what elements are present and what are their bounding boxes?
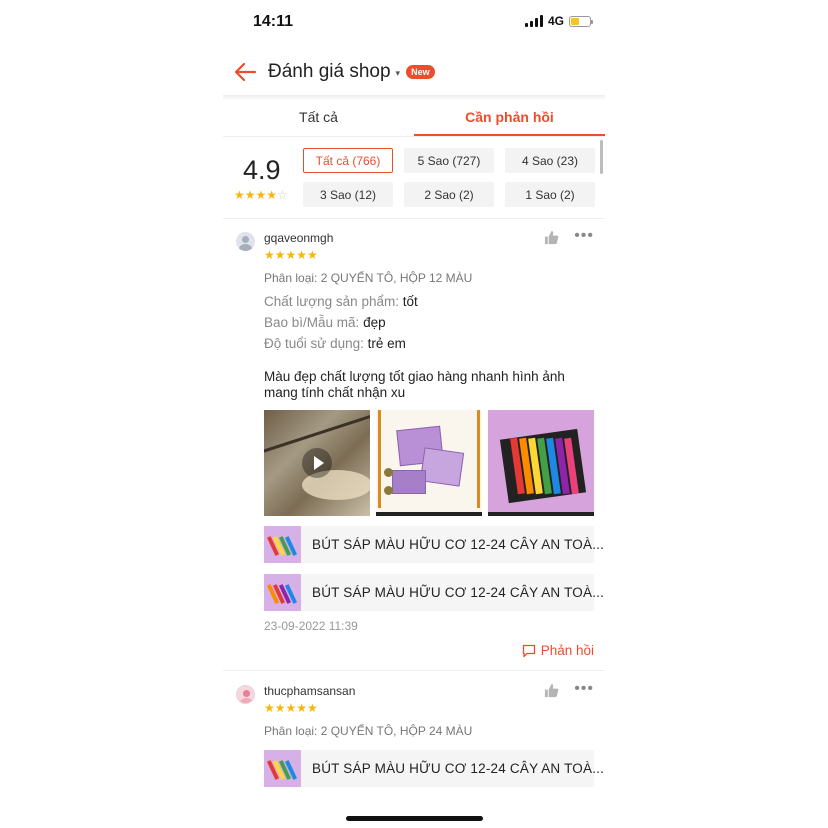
page-title[interactable]: Đánh giá shop: [268, 61, 391, 83]
star-icon: ★: [266, 188, 278, 202]
average-score: 4.9: [243, 155, 281, 185]
tab-need-reply[interactable]: Cần phản hồi: [414, 100, 605, 136]
review-comment: Màu đẹp chất lượng tốt giao hàng nhanh h…: [264, 369, 565, 400]
avatar[interactable]: [236, 232, 255, 251]
review-video[interactable]: [264, 410, 370, 516]
username: gqaveonmgh: [264, 231, 334, 245]
avatar[interactable]: [236, 685, 255, 704]
product-name: BÚT SÁP MÀU HỮU CƠ 12-24 CÂY AN TOÀ...: [312, 585, 605, 600]
review-photo[interactable]: [488, 410, 594, 516]
filter-all[interactable]: Tất cả (766): [303, 148, 393, 173]
attribute-row: Bao bì/Mẫu mã: đẹp: [264, 315, 386, 330]
product-link[interactable]: BÚT SÁP MÀU HỮU CƠ 12-24 CÂY AN TOÀ...: [264, 574, 604, 611]
star-icon: ★: [244, 188, 256, 202]
filter-4-stars[interactable]: 4 Sao (23): [505, 148, 595, 173]
header: Đánh giá shop ▾ New: [223, 52, 605, 92]
filter-2-stars[interactable]: 2 Sao (2): [404, 182, 494, 207]
attribute-value: trẻ em: [367, 336, 406, 351]
tab-bar: Tất cả Cần phản hồi: [223, 100, 605, 137]
network-type: 4G: [547, 14, 564, 28]
product-name: BÚT SÁP MÀU HỮU CƠ 12-24 CÂY AN TOÀ...: [312, 761, 605, 776]
product-link[interactable]: BÚT SÁP MÀU HỮU CƠ 12-24 CÂY AN TOÀ...: [264, 526, 604, 563]
star-icon: ★: [255, 188, 267, 202]
attribute-label: Chất lượng sản phẩm:: [264, 294, 399, 309]
chevron-down-icon[interactable]: ▾: [396, 68, 401, 79]
more-options-icon[interactable]: •••: [574, 228, 594, 244]
review-stars: ★★★★★: [264, 701, 318, 715]
review-stars: ★★★★★: [264, 248, 318, 262]
app-screen: 14:11 4G Đánh giá shop ▾ New Tất cả Cần …: [223, 0, 605, 828]
play-icon[interactable]: [302, 448, 332, 478]
more-options-icon[interactable]: •••: [574, 681, 594, 697]
review-photo[interactable]: [376, 410, 482, 516]
attribute-label: Bao bì/Mẫu mã:: [264, 315, 360, 330]
variant-text: Phân loại: 2 QUYỂN TÔ, HỘP 24 MÀU: [264, 724, 473, 738]
username: thucphamsansan: [264, 684, 356, 698]
reply-label: Phản hồi: [540, 643, 594, 658]
rating-filters: Tất cả (766) 5 Sao (727) 4 Sao (23) 3 Sa…: [303, 148, 595, 207]
attribute-row: Chất lượng sản phẩm: tốt: [264, 294, 418, 309]
average-stars: ★★★★☆: [234, 188, 288, 202]
variant-text: Phân loại: 2 QUYỂN TÔ, HỘP 12 MÀU: [264, 271, 473, 285]
filter-3-stars[interactable]: 3 Sao (12): [303, 182, 393, 207]
attribute-row: Độ tuổi sử dụng: trẻ em: [264, 336, 406, 351]
product-thumbnail: [264, 750, 301, 787]
review-card: gqaveonmgh ••• ★★★★★ Phân loại: 2 QUYỂN …: [223, 219, 605, 671]
rating-summary: 4.9 ★★★★☆ Tất cả (766) 5 Sao (727) 4 Sao…: [223, 137, 605, 219]
filter-5-stars[interactable]: 5 Sao (727): [404, 148, 494, 173]
filter-1-star[interactable]: 1 Sao (2): [505, 182, 595, 207]
thumbs-up-icon[interactable]: [544, 683, 559, 698]
signal-icon: [524, 15, 543, 27]
attribute-value: tốt: [402, 294, 418, 309]
status-indicators: 4G: [524, 14, 593, 28]
product-thumbnail: [264, 526, 301, 563]
product-thumbnail: [264, 574, 301, 611]
product-link[interactable]: BÚT SÁP MÀU HỮU CƠ 12-24 CÂY AN TOÀ...: [264, 750, 604, 787]
status-time: 14:11: [253, 13, 294, 30]
product-name: BÚT SÁP MÀU HỮU CƠ 12-24 CÂY AN TOÀ...: [312, 537, 605, 552]
tab-all[interactable]: Tất cả: [223, 100, 414, 136]
attribute-value: đẹp: [363, 315, 386, 330]
arrow-left-icon: [234, 62, 257, 82]
home-indicator[interactable]: [346, 816, 483, 821]
new-badge: New: [406, 65, 435, 79]
attribute-label: Độ tuổi sử dụng:: [264, 336, 364, 351]
review-card: thucphamsansan ••• ★★★★★ Phân loại: 2 QU…: [223, 672, 605, 822]
star-icon: ★: [234, 188, 245, 202]
review-date: 23-09-2022 11:39: [264, 619, 358, 633]
battery-icon: [569, 15, 593, 27]
scrollbar[interactable]: [600, 140, 603, 174]
back-button[interactable]: [223, 52, 267, 92]
thumbs-up-icon[interactable]: [544, 230, 559, 245]
chat-icon: [522, 644, 535, 657]
reply-button[interactable]: Phản hồi: [522, 643, 594, 658]
star-outline-icon: ☆: [277, 188, 288, 202]
